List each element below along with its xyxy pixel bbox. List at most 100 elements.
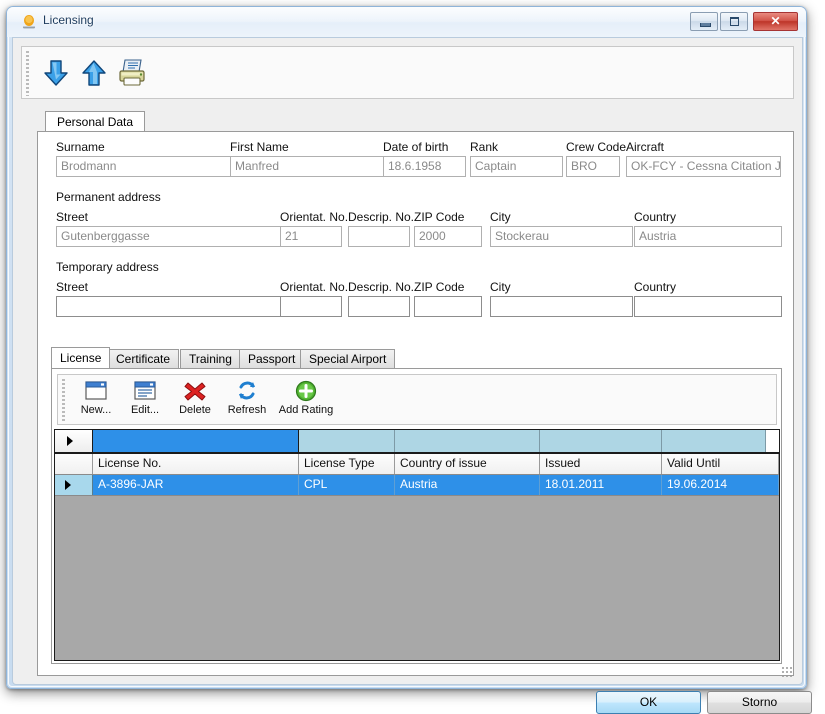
edit-button-label: Edit... <box>130 404 160 416</box>
edit-button[interactable]: Edit... <box>121 379 169 422</box>
column-header-license-no[interactable]: License No. <box>93 454 299 474</box>
refresh-button[interactable]: Refresh <box>221 379 273 422</box>
minimize-button[interactable] <box>690 12 718 31</box>
grid-header-row: License No. License Type Country of issu… <box>55 454 779 475</box>
perm-city-field[interactable]: Stockerau <box>490 226 633 247</box>
import-button[interactable] <box>36 53 76 93</box>
cell-license-no[interactable]: A-3896-JAR <box>93 475 299 495</box>
label-first-name: First Name <box>230 140 289 154</box>
band-cell-issued[interactable] <box>540 430 662 452</box>
outer-tab-strip: Personal Data <box>21 111 794 132</box>
tab-special-airport[interactable]: Special Airport <box>300 349 396 368</box>
label-date-of-birth: Date of birth <box>383 140 449 154</box>
client-area: Personal Data Surname Brodmann First Nam… <box>12 37 812 714</box>
ok-button[interactable]: OK <box>596 691 701 714</box>
new-window-icon <box>72 379 120 403</box>
red-x-icon <box>171 379 219 403</box>
export-button[interactable] <box>74 53 114 93</box>
up-arrow-icon <box>82 60 106 86</box>
refresh-icon <box>221 379 273 403</box>
label-perm-orientat-no: Orientat. No. <box>280 210 349 224</box>
band-cell-license-no[interactable] <box>93 430 299 452</box>
title-bar: Licensing ✕ <box>7 7 806 37</box>
permanent-address-heading: Permanent address <box>56 190 161 204</box>
column-header-license-type[interactable]: License Type <box>299 454 395 474</box>
grid-band-row <box>55 430 779 454</box>
rank-field[interactable]: Captain <box>470 156 563 177</box>
label-perm-descrip-no: Descrip. No. <box>348 210 415 224</box>
delete-button[interactable]: Delete <box>171 379 219 422</box>
band-cell-license-type[interactable] <box>299 430 395 452</box>
cancel-button[interactable]: Storno <box>707 691 812 714</box>
add-rating-button[interactable]: Add Rating <box>274 379 338 422</box>
temp-zip-code-field[interactable] <box>414 296 482 317</box>
perm-country-field[interactable]: Austria <box>634 226 782 247</box>
label-temp-country: Country <box>634 280 677 294</box>
aircraft-field[interactable]: OK-FCY - Cessna Citation Jet 2 ... <box>626 156 781 177</box>
band-row-indicator <box>55 430 93 452</box>
band-cell-country-of-issue[interactable] <box>395 430 540 452</box>
perm-zip-code-field[interactable]: 2000 <box>414 226 482 247</box>
personal-data-panel: Surname Brodmann First Name Manfred Date… <box>37 131 794 676</box>
tab-passport[interactable]: Passport <box>239 349 305 368</box>
add-rating-button-label: Add Rating <box>278 404 334 416</box>
down-arrow-icon <box>44 60 68 86</box>
user-bust-icon <box>21 14 37 30</box>
column-header-valid-until[interactable]: Valid Until <box>662 454 779 474</box>
refresh-button-label: Refresh <box>227 404 267 416</box>
close-icon: ✕ <box>770 14 781 28</box>
row-arrow-icon <box>65 480 71 490</box>
application-window: Licensing ✕ Personal Data Surname Brodma… <box>6 6 812 714</box>
temp-city-field[interactable] <box>490 296 633 317</box>
first-name-field[interactable]: Manfred <box>230 156 385 177</box>
label-perm-street: Street <box>56 210 89 224</box>
label-crew-code: Crew Code <box>566 140 627 154</box>
perm-descrip-no-field[interactable] <box>348 226 410 247</box>
temp-street-field[interactable] <box>56 296 296 317</box>
delete-button-label: Delete <box>179 404 211 416</box>
license-grid[interactable]: License No. License Type Country of issu… <box>54 429 780 661</box>
temp-orientat-no-field[interactable] <box>280 296 342 317</box>
tab-training[interactable]: Training <box>180 349 241 368</box>
maximize-button[interactable] <box>720 12 748 31</box>
tab-certificate[interactable]: Certificate <box>107 349 180 368</box>
close-button[interactable]: ✕ <box>753 12 798 31</box>
crew-code-field[interactable]: BRO <box>566 156 620 177</box>
main-toolbar <box>21 46 794 99</box>
surname-field[interactable]: Brodmann <box>56 156 248 177</box>
perm-street-field[interactable]: Gutenberggasse <box>56 226 296 247</box>
tab-personal-data[interactable]: Personal Data <box>45 111 146 132</box>
label-surname: Surname <box>56 140 105 154</box>
cell-valid-until[interactable]: 19.06.2014 <box>662 475 779 495</box>
column-header-country-of-issue[interactable]: Country of issue <box>395 454 540 474</box>
label-temp-city: City <box>490 280 511 294</box>
perm-orientat-no-field[interactable]: 21 <box>280 226 342 247</box>
label-temp-street: Street <box>56 280 89 294</box>
label-temp-descrip-no: Descrip. No. <box>348 280 415 294</box>
temp-descrip-no-field[interactable] <box>348 296 410 317</box>
resize-grip[interactable] <box>781 666 793 678</box>
label-aircraft: Aircraft <box>626 140 665 154</box>
date-of-birth-field[interactable]: 18.6.1958 <box>383 156 466 177</box>
cell-country-of-issue[interactable]: Austria <box>395 475 540 495</box>
label-perm-city: City <box>490 210 511 224</box>
license-toolbar-grip[interactable] <box>62 379 65 421</box>
tab-license[interactable]: License <box>51 347 111 368</box>
cell-issued[interactable]: 18.01.2011 <box>540 475 662 495</box>
toolbar-grip[interactable] <box>26 51 29 96</box>
new-button[interactable]: New... <box>72 379 120 422</box>
minimize-icon <box>700 23 711 27</box>
column-header-issued[interactable]: Issued <box>540 454 662 474</box>
print-button[interactable] <box>112 53 152 93</box>
edit-window-icon <box>121 379 169 403</box>
row-indicator <box>55 475 93 495</box>
cell-license-type[interactable]: CPL <box>299 475 395 495</box>
temp-country-field[interactable] <box>634 296 782 317</box>
band-cell-valid-until[interactable] <box>662 430 766 452</box>
green-plus-icon <box>274 379 338 403</box>
table-row[interactable]: A-3896-JAR CPL Austria 18.01.2011 19.06.… <box>55 475 779 496</box>
label-temp-orientat-no: Orientat. No. <box>280 280 349 294</box>
window-title: Licensing <box>43 13 94 27</box>
band-arrow-icon <box>67 436 73 446</box>
label-perm-zip-code: ZIP Code <box>414 210 465 224</box>
